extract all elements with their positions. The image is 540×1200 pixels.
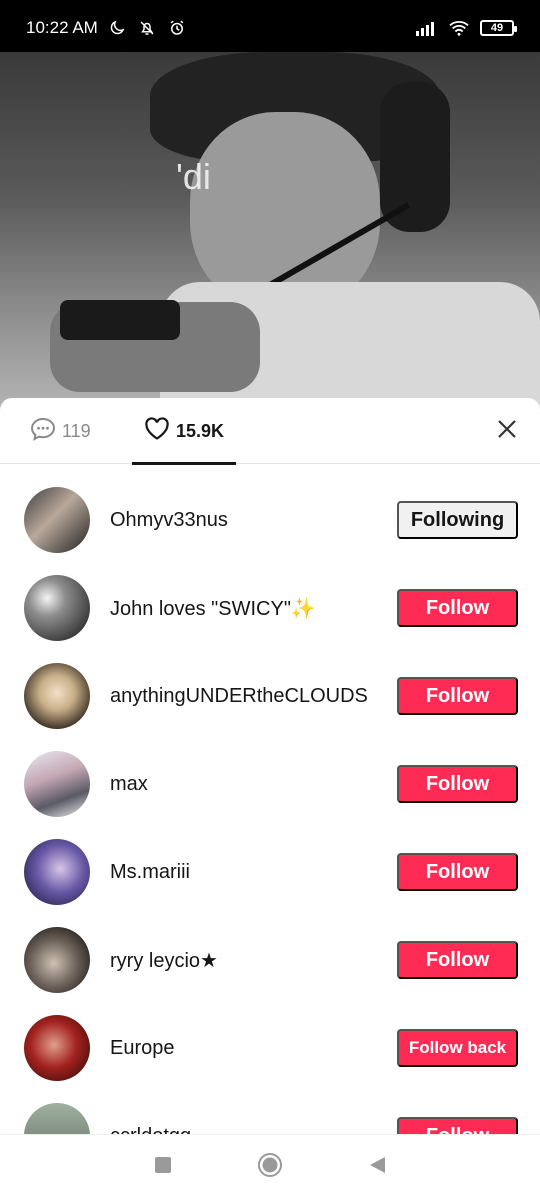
tab-likes[interactable]: 15.9K	[132, 398, 236, 465]
recents-button[interactable]	[148, 1153, 178, 1183]
avatar[interactable]	[24, 751, 90, 817]
video-player[interactable]: 'di	[0, 52, 540, 412]
likes-list[interactable]: Ohmyv33nus Following John loves "SWICY"✨…	[0, 464, 540, 1134]
username[interactable]: ccrldotgg	[110, 1125, 191, 1135]
square-icon	[154, 1156, 172, 1179]
username[interactable]: ryry leycio★	[110, 948, 218, 973]
clock: 10:22 AM	[26, 18, 98, 37]
username[interactable]: John loves "SWICY"✨	[110, 596, 316, 621]
following-button[interactable]: Following	[397, 501, 518, 539]
close-icon	[496, 418, 518, 445]
back-button[interactable]	[362, 1153, 392, 1183]
video-caption: 'di	[176, 156, 211, 197]
avatar[interactable]	[24, 575, 90, 641]
home-button[interactable]	[255, 1153, 285, 1183]
avatar[interactable]	[24, 839, 90, 905]
follow-button[interactable]: Follow	[397, 765, 518, 803]
sheet-tabs: 119 15.9K	[0, 398, 540, 465]
triangle-back-icon	[367, 1155, 387, 1180]
username[interactable]: Ms.mariii	[110, 861, 190, 884]
system-nav-bar	[0, 1134, 540, 1200]
username[interactable]: Ohmyv33nus	[110, 509, 228, 532]
alarm-icon	[166, 17, 188, 39]
list-item[interactable]: Ohmyv33nus Following	[0, 476, 540, 564]
follow-button[interactable]: Follow	[397, 853, 518, 891]
username[interactable]: max	[110, 773, 148, 796]
status-bar: 10:22 AM 49	[0, 0, 540, 56]
video-phone	[60, 300, 180, 340]
list-item[interactable]: Europe Follow back	[0, 1004, 540, 1092]
follow-button[interactable]: Follow	[397, 1117, 518, 1134]
comment-bubble-icon	[30, 417, 56, 446]
comments-count: 119	[62, 420, 91, 441]
status-left: 10:22 AM	[26, 17, 188, 39]
list-item[interactable]: John loves "SWICY"✨ Follow	[0, 564, 540, 652]
list-item[interactable]: Ms.mariii Follow	[0, 828, 540, 916]
wifi-icon	[448, 17, 470, 39]
likes-count: 15.9K	[175, 420, 225, 441]
follow-button[interactable]: Follow	[397, 589, 518, 627]
bell-off-icon	[136, 17, 158, 39]
video-headset	[380, 82, 450, 232]
avatar[interactable]	[24, 1015, 90, 1081]
avatar[interactable]	[24, 663, 90, 729]
battery-indicator: 49	[480, 20, 517, 36]
username[interactable]: Europe	[110, 1037, 175, 1060]
list-item[interactable]: max Follow	[0, 740, 540, 828]
follow-button[interactable]: Follow	[397, 677, 518, 715]
circle-icon	[257, 1152, 283, 1183]
close-button[interactable]	[492, 416, 522, 446]
list-item[interactable]: ccrldotgg Follow	[0, 1092, 540, 1134]
avatar[interactable]	[24, 927, 90, 993]
follow-button[interactable]: Follow	[397, 941, 518, 979]
status-right: 49	[416, 17, 517, 39]
list-item[interactable]: ryry leycio★ Follow	[0, 916, 540, 1004]
follow-back-button[interactable]: Follow back	[397, 1029, 518, 1067]
moon-icon	[106, 17, 128, 39]
username[interactable]: anythingUNDERtheCLOUDS	[110, 685, 368, 708]
signal-icon	[416, 17, 438, 39]
avatar[interactable]	[24, 1103, 90, 1134]
tab-comments[interactable]: 119	[30, 398, 91, 464]
list-item[interactable]: anythingUNDERtheCLOUDS Follow	[0, 652, 540, 740]
avatar[interactable]	[24, 487, 90, 553]
heart-outline-icon	[144, 416, 170, 446]
likes-sheet: 119 15.9K Ohmyv33nus Following John love…	[0, 398, 540, 1134]
